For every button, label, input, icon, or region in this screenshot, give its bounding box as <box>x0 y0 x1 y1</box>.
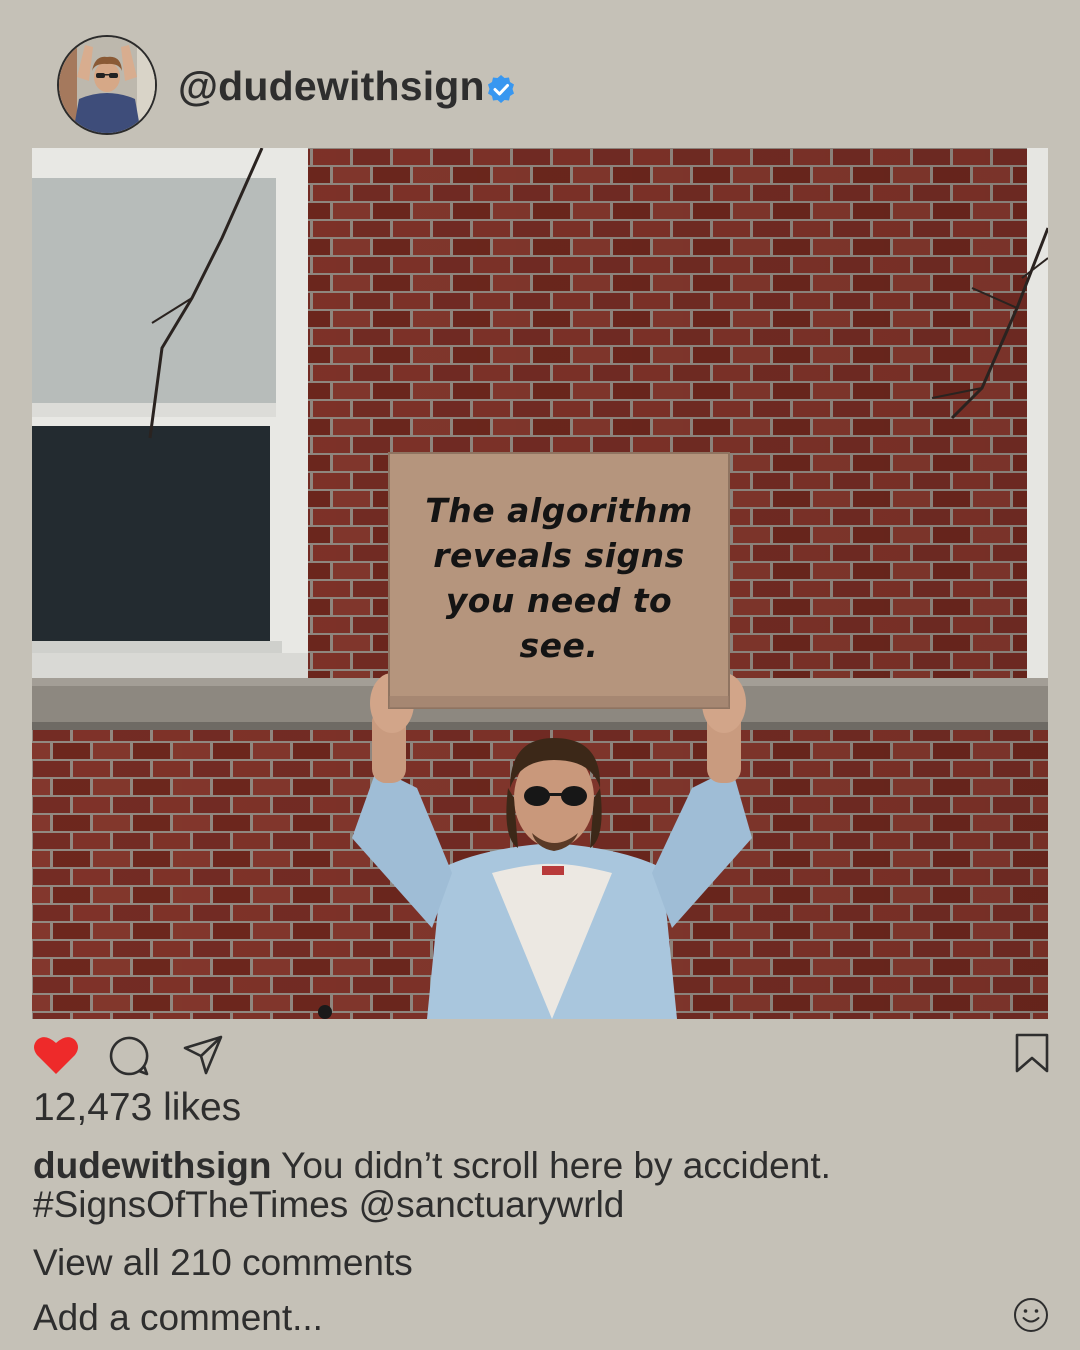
sign-line: The algorithm <box>425 491 693 530</box>
avatar-image <box>59 37 155 133</box>
smiley-icon[interactable] <box>1013 1297 1049 1333</box>
view-all-comments-link[interactable]: View all 210 comments <box>33 1242 413 1284</box>
heart-icon[interactable] <box>33 1035 79 1075</box>
paper-plane-icon[interactable] <box>182 1034 224 1076</box>
add-comment-input[interactable] <box>33 1297 933 1339</box>
sign-line: you need to <box>445 581 673 620</box>
instagram-post: @dudewithsign The algorithm reveals sign… <box>0 0 1080 1350</box>
caption-tags[interactable]: #SignsOfTheTimes @sanctuarywrld <box>33 1184 624 1225</box>
comment-icon[interactable] <box>106 1034 150 1078</box>
post-caption: dudewithsign You didn’t scroll here by a… <box>33 1146 1033 1224</box>
sign-line: see. <box>519 626 599 665</box>
avatar[interactable] <box>57 35 157 135</box>
bookmark-icon[interactable] <box>1014 1033 1050 1073</box>
caption-text: You didn’t scroll here by accident. <box>271 1145 831 1186</box>
username-handle[interactable]: @dudewithsign <box>178 62 485 110</box>
sign-line: reveals signs <box>433 536 685 575</box>
sign-text: The algorithm reveals signs you need to … <box>389 488 729 668</box>
post-photo[interactable]: The algorithm reveals signs you need to … <box>32 148 1048 1019</box>
verified-badge-icon <box>488 75 514 103</box>
like-count[interactable]: 12,473 likes <box>33 1086 241 1130</box>
caption-username[interactable]: dudewithsign <box>33 1145 271 1186</box>
